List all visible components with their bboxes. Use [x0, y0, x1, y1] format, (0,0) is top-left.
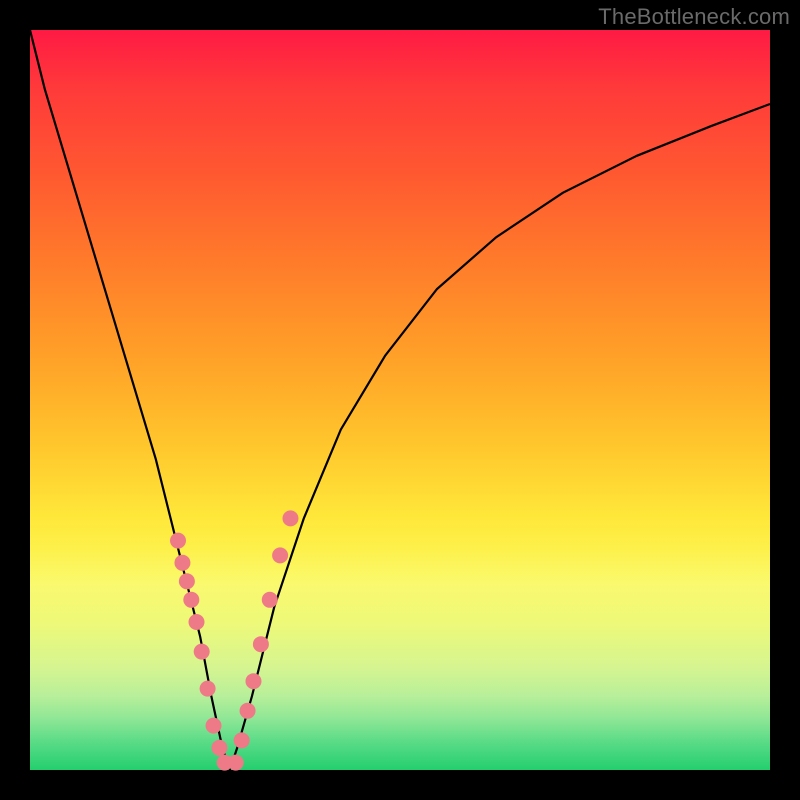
data-point [253, 636, 269, 652]
data-point [240, 703, 256, 719]
data-point [262, 592, 278, 608]
plot-area [30, 30, 770, 770]
data-point [183, 592, 199, 608]
data-point [282, 510, 298, 526]
data-point [189, 614, 205, 630]
chart-svg [30, 30, 770, 770]
data-point [174, 555, 190, 571]
data-point [200, 681, 216, 697]
data-point [170, 533, 186, 549]
chart-frame: TheBottleneck.com [0, 0, 800, 800]
data-point [194, 644, 210, 660]
data-point [211, 740, 227, 756]
data-point [206, 718, 222, 734]
data-point [228, 755, 244, 771]
data-point [272, 547, 288, 563]
data-point [245, 673, 261, 689]
bottleneck-curve [30, 30, 770, 770]
data-point [179, 573, 195, 589]
watermark-text: TheBottleneck.com [598, 4, 790, 30]
data-point [234, 732, 250, 748]
left-arm-dot-group [170, 533, 233, 771]
right-arm-dot-group [228, 510, 299, 770]
